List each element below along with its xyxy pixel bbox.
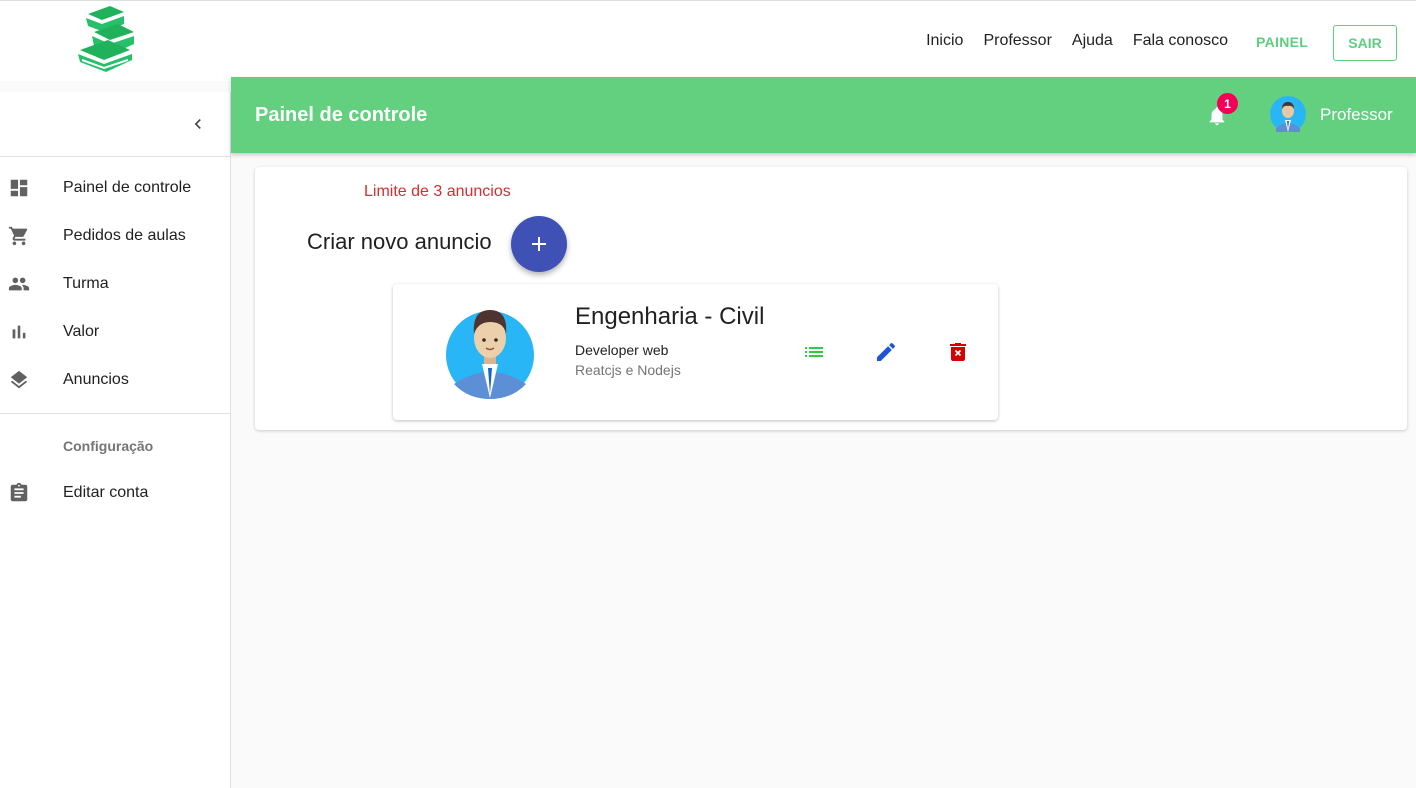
page-title: Painel de controle (255, 104, 428, 126)
bar-chart-icon (12, 325, 26, 339)
nav-link-professor[interactable]: Professor (983, 32, 1051, 50)
list-icon[interactable] (802, 340, 826, 364)
ad-item-card: Engenharia - Civil Developer web Reatcjs… (393, 284, 998, 420)
plus-icon (532, 237, 546, 251)
user-name[interactable]: Professor (1320, 105, 1393, 125)
chevron-left-icon[interactable] (188, 114, 208, 134)
sidebar-item-label: Turma (63, 275, 109, 292)
sidebar-item-valor[interactable]: Valor (0, 308, 230, 356)
add-ad-button[interactable] (511, 216, 567, 272)
books-logo-icon[interactable] (74, 4, 144, 74)
nav-link-inicio[interactable]: Inicio (926, 32, 963, 50)
ad-description: Reatcjs e Nodejs (575, 362, 681, 378)
painel-link[interactable]: PAINEL (1256, 34, 1308, 50)
notification-badge: 1 (1217, 93, 1238, 114)
sidebar-item-editar-conta[interactable]: Editar conta (0, 469, 230, 517)
sidebar: Painel de controle Pedidos de aulas Turm… (0, 92, 231, 788)
limit-warning: Limite de 3 anuncios (364, 183, 511, 200)
sidebar-item-anuncios[interactable]: Anuncios (0, 356, 230, 404)
ad-subtitle: Developer web (575, 342, 669, 358)
sidebar-item-label: Editar conta (63, 484, 149, 501)
app-bar: Painel de controle 1 Professor (231, 77, 1416, 153)
sidebar-item-pedidos-de-aulas[interactable]: Pedidos de aulas (0, 212, 230, 260)
dashboard-icon (10, 179, 28, 197)
sidebar-divider (0, 413, 230, 414)
sidebar-item-painel-de-controle[interactable]: Painel de controle (0, 164, 230, 212)
sidebar-item-label: Pedidos de aulas (63, 227, 186, 244)
create-ad-label: Criar novo anuncio (307, 229, 492, 254)
sidebar-item-turma[interactable]: Turma (0, 260, 230, 308)
ad-title: Engenharia - Civil (575, 303, 765, 330)
user-avatar-icon[interactable] (1270, 96, 1306, 132)
sidebar-divider (0, 156, 230, 157)
nav-link-ajuda[interactable]: Ajuda (1072, 32, 1113, 50)
sair-button[interactable]: SAIR (1333, 25, 1397, 61)
sidebar-item-label: Painel de controle (63, 179, 192, 196)
teacher-avatar-icon (446, 310, 534, 399)
top-navbar: Inicio Professor Ajuda Fala conosco PAIN… (0, 0, 1416, 81)
people-icon (8, 277, 30, 291)
delete-icon[interactable] (946, 340, 970, 364)
sidebar-section-label: Configuração (63, 438, 154, 454)
layers-icon (10, 370, 28, 389)
cart-icon (8, 226, 28, 246)
edit-icon[interactable] (874, 340, 898, 364)
nav-link-fala-conosco[interactable]: Fala conosco (1133, 32, 1228, 50)
sidebar-item-label: Anuncios (63, 371, 129, 388)
assignment-icon (10, 482, 28, 502)
anuncios-card: Limite de 3 anuncios Criar novo anuncio … (255, 167, 1407, 430)
sidebar-item-label: Valor (63, 323, 100, 340)
